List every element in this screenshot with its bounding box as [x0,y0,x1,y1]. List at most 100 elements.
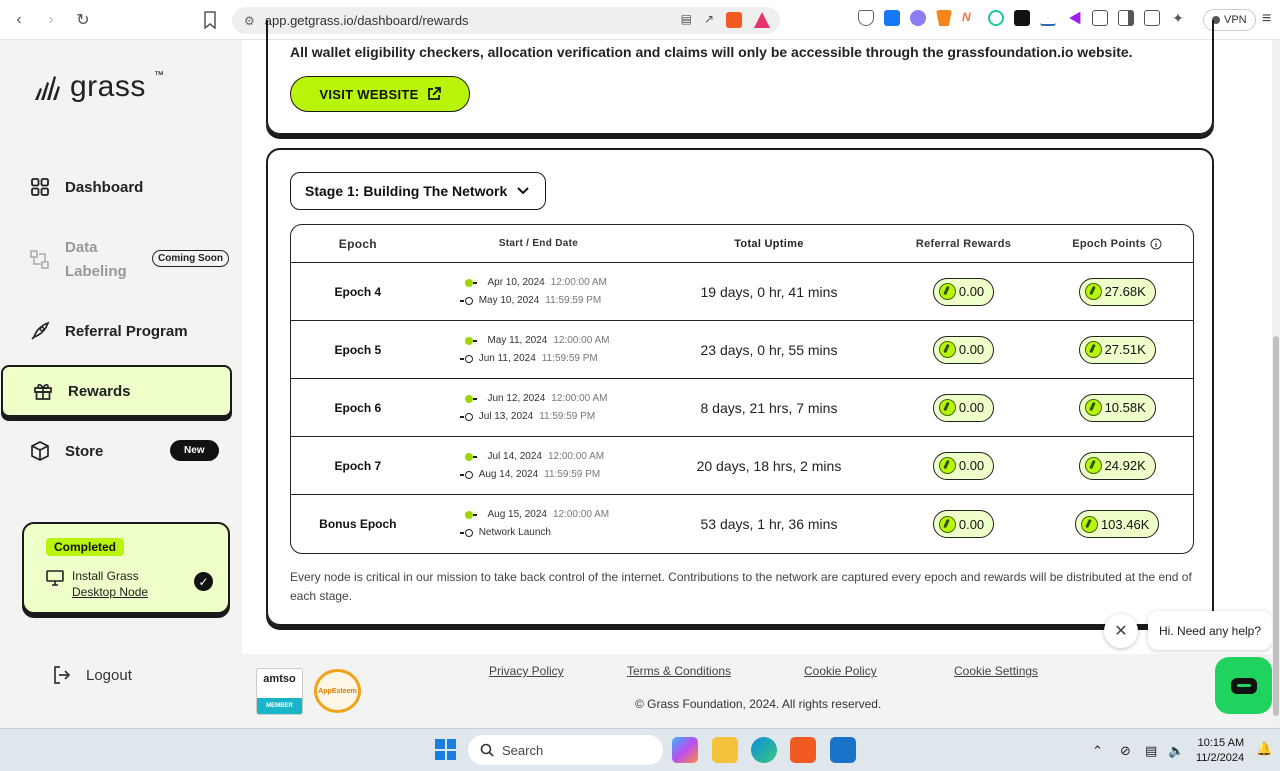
start-date: Jun 12, 2024 [487,392,546,404]
grass-logo[interactable]: grass ™ [32,70,164,104]
cookie-settings-link[interactable]: Cookie Settings [954,664,1038,678]
referral-pill: 0.00 [932,393,995,422]
logout-button[interactable]: Logout [52,665,132,685]
referral-value: 0.00 [958,284,985,299]
file-explorer-icon[interactable] [712,737,738,763]
grass-coin-icon [1084,341,1102,358]
start-dot-icon [464,511,477,519]
monitor-icon [46,570,64,586]
referral-value: 0.00 [958,458,985,473]
sidebar-item-referral-program[interactable]: Referral Program [0,305,231,357]
reload-icon[interactable]: ↻ [70,7,96,33]
page-footer: amtso MEMBER AppEsteem Privacy Policy Te… [242,654,1272,728]
header-uptime: Total Uptime [734,237,804,250]
data-icon [30,250,50,270]
taskbar-clock[interactable]: 10:15 AM 11/2/2024 [1196,736,1244,766]
scrollbar[interactable] [1272,40,1280,728]
start-date: Apr 10, 2024 [487,276,545,288]
menu-icon[interactable]: ≡ [1262,10,1271,28]
date-range: Jun 12, 2024 12:00:00 AM Jul 13, 2024 11:5… [425,390,653,426]
end-date: Aug 14, 2024 [478,468,539,480]
visit-website-button[interactable]: VISIT WEBSITE [290,76,470,112]
sidebar-item-label: Referral Program [65,322,188,340]
start-time: 12:00:00 AM [551,392,608,404]
points-value: 27.68K [1104,284,1146,299]
points-pill: 27.68K [1078,277,1156,306]
end-dot-icon [459,354,473,363]
notification-bell-icon[interactable]: 🔔 [1256,741,1272,757]
end-time: 11:59:59 PM [541,352,598,364]
network-icon[interactable]: ⊘ [1120,743,1131,759]
windows-start-icon[interactable] [435,739,456,760]
chat-greeting[interactable]: Hi. Need any help? [1148,611,1272,650]
brave-icon[interactable] [790,737,816,763]
end-dot-icon [459,296,473,305]
amtso-logo[interactable]: amtso MEMBER [256,668,303,715]
epoch-name: Epoch 7 [334,458,382,473]
grass-coin-icon [1084,399,1102,416]
referral-value: 0.00 [958,516,985,532]
chat-close-icon[interactable]: ✕ [1104,614,1138,648]
box-icon [30,441,50,461]
edge-icon[interactable] [751,737,777,763]
grass-coin-icon [938,399,956,416]
table-row: Bonus Epoch Aug 15, 2024 12:00:00 AM Netw… [291,495,1193,553]
taskbar-search[interactable]: Search [468,735,663,765]
stage-dropdown[interactable]: Stage 1: Building The Network [290,172,546,210]
install-text: Install Grass Desktop Node [72,568,148,600]
visit-website-label: VISIT WEBSITE [319,86,419,102]
uptime: 8 days, 21 hrs, 7 mins [700,399,838,416]
date-range: Aug 15, 2024 12:00:00 AM Network Launch [425,506,653,542]
uptime: 23 days, 0 hr, 55 mins [700,341,838,358]
referral-pill: 0.00 [932,335,995,364]
header-referral: Referral Rewards [915,237,1012,250]
grass-coin-icon [1080,515,1098,533]
sidebar-item-dashboard[interactable]: Dashboard [0,161,231,213]
grass-coin-icon [938,341,956,358]
header-epoch: Epoch [338,236,377,251]
main-content: All wallet eligibility checkers, allocat… [242,20,1272,654]
logo-text: grass [70,70,146,103]
bookmark-icon[interactable] [203,11,217,29]
start-date: Aug 15, 2024 [487,509,547,520]
forward-icon[interactable]: › [38,7,64,33]
appesteem-seal[interactable]: AppEsteem [314,669,361,713]
privacy-policy-link[interactable]: Privacy Policy [489,664,564,678]
epoch-name: Epoch 4 [334,284,382,299]
info-icon[interactable] [1150,238,1162,250]
terms-link[interactable]: Terms & Conditions [627,664,731,678]
start-date: May 11, 2024 [487,334,548,346]
volume-icon[interactable]: 🔈 [1168,743,1184,759]
vpn-label: VPN [1224,14,1247,26]
desktop-node-link[interactable]: Desktop Node [72,584,148,600]
chat-icon [1230,677,1257,694]
start-time: 12:00:00 AM [550,276,607,288]
epochs-footnote: Every node is critical in our mission to… [290,570,1192,603]
stage-dropdown-value: Stage 1: Building The Network [305,183,508,199]
start-date: Jul 14, 2024 [487,450,542,462]
grass-coin-icon [1084,457,1102,474]
notepad-icon[interactable] [830,737,856,763]
uptime: 19 days, 0 hr, 41 mins [700,283,838,300]
sidebar-item-rewards[interactable]: Rewards [1,365,232,417]
sidebar: grass ™ Dashboard Data Labeling Coming S… [0,40,242,728]
scrollbar-thumb[interactable] [1273,336,1279,716]
display-icon[interactable]: ▤ [1145,743,1157,759]
grass-coin-icon [1084,283,1102,300]
end-date: May 10, 2024 [478,294,540,306]
install-node-card[interactable]: Completed Install Grass Desktop Node ✓ [22,522,230,614]
chat-launcher-button[interactable] [1215,657,1272,714]
end-dot-icon [459,412,473,421]
site-settings-icon[interactable]: ⚙ [244,14,255,28]
end-time: 11:59:59 PM [545,294,602,306]
end-label: Network Launch [478,527,551,538]
back-icon[interactable]: ‹ [6,7,32,33]
end-time: 11:59:59 PM [544,468,601,480]
copilot-icon[interactable] [672,737,698,763]
start-time: 12:00:00 AM [553,334,610,346]
tray-chevron-icon[interactable]: ⌃ [1092,743,1103,759]
cookie-policy-link[interactable]: Cookie Policy [804,664,877,678]
new-badge: New [170,440,219,461]
epoch-name: Epoch 6 [334,400,382,415]
sidebar-item-data-labeling: Data Labeling [30,236,145,284]
